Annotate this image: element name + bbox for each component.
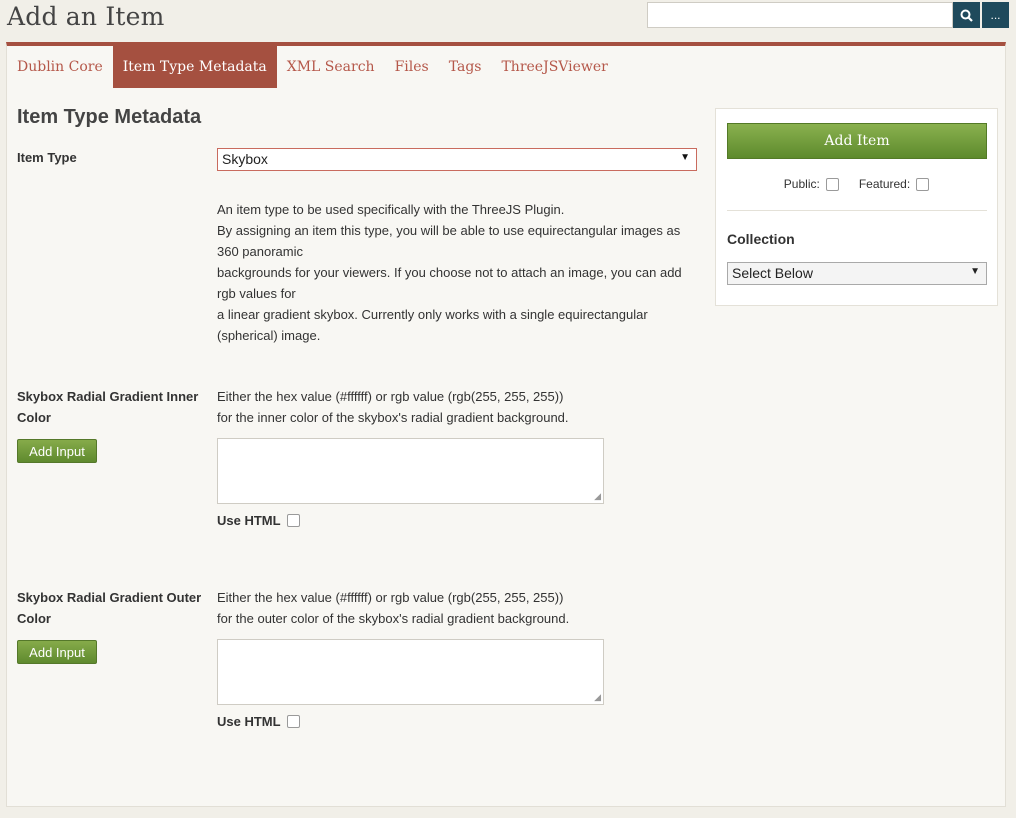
tab-threejsviewer[interactable]: ThreeJSViewer: [491, 46, 617, 88]
outer-color-textarea[interactable]: ◢: [217, 639, 604, 705]
outer-color-help-line2: for the outer color of the skybox's radi…: [217, 611, 570, 626]
resize-grip-icon[interactable]: ◢: [594, 692, 601, 703]
inner-color-use-html-checkbox[interactable]: [286, 514, 300, 527]
search-bar: ...: [647, 2, 1009, 28]
item-type-select[interactable]: Skybox ▼: [217, 148, 697, 171]
public-label: Public:: [783, 177, 820, 191]
featured-label: Featured:: [858, 177, 911, 191]
item-type-description: An item type to be used specifically wit…: [217, 199, 697, 346]
description-line: backgrounds for your viewers. If you cho…: [217, 265, 682, 280]
description-line: An item type to be used specifically wit…: [217, 202, 565, 217]
chevron-down-icon: ▼: [680, 152, 690, 163]
visibility-options: Public: Featured:: [716, 177, 997, 191]
tab-tags[interactable]: Tags: [439, 46, 492, 88]
tab-item-type-metadata[interactable]: Item Type Metadata: [112, 46, 277, 88]
save-panel: Add Item Public: Featured: Collection Se…: [715, 108, 998, 306]
inner-color-label-line2: Color: [17, 410, 51, 425]
use-html-label: Use HTML: [217, 513, 281, 528]
section-title: Item Type Metadata: [17, 106, 202, 128]
tab-files[interactable]: Files: [385, 46, 439, 88]
inner-color-help: Either the hex value (#ffffff) or rgb va…: [217, 386, 569, 428]
use-html-label: Use HTML: [217, 714, 281, 729]
search-input[interactable]: [647, 2, 953, 28]
description-line: By assigning an item this type, you will…: [217, 223, 681, 238]
description-line: 360 panoramic: [217, 244, 303, 259]
search-button[interactable]: [953, 2, 980, 28]
main-panel: Dublin Core Item Type Metadata XML Searc…: [6, 42, 1006, 807]
inner-color-help-line2: for the inner color of the skybox's radi…: [217, 410, 569, 425]
item-type-label: Item Type: [17, 150, 77, 165]
tab-bar: Dublin Core Item Type Metadata XML Searc…: [7, 46, 618, 88]
outer-color-add-input-button[interactable]: Add Input: [17, 640, 97, 664]
inner-color-label-line1: Skybox Radial Gradient Inner: [17, 389, 199, 404]
public-checkbox[interactable]: [825, 177, 839, 191]
outer-color-label-line2: Color: [17, 611, 51, 626]
outer-color-help-line1: Either the hex value (#ffffff) or rgb va…: [217, 590, 564, 605]
outer-color-use-html-checkbox[interactable]: [286, 715, 300, 728]
chevron-down-icon: ▼: [970, 266, 980, 277]
add-item-button[interactable]: Add Item: [727, 123, 987, 159]
item-type-select-value: Skybox: [222, 151, 268, 167]
featured-checkbox[interactable]: [916, 177, 930, 191]
description-line: rgb values for: [217, 286, 296, 301]
outer-color-help: Either the hex value (#ffffff) or rgb va…: [217, 587, 569, 629]
inner-color-use-html: Use HTML: [217, 513, 300, 528]
collection-select-value: Select Below: [732, 265, 813, 281]
page-title: Add an Item: [7, 2, 165, 31]
inner-color-help-line1: Either the hex value (#ffffff) or rgb va…: [217, 389, 564, 404]
description-line: a linear gradient skybox. Currently only…: [217, 307, 648, 322]
description-line: (spherical) image.: [217, 328, 321, 343]
tab-xml-search[interactable]: XML Search: [277, 46, 385, 88]
search-icon: [960, 9, 973, 22]
inner-color-label: Skybox Radial Gradient Inner Color: [17, 386, 207, 428]
collection-label: Collection: [727, 231, 795, 247]
tab-dublin-core[interactable]: Dublin Core: [7, 46, 113, 88]
inner-color-add-input-button[interactable]: Add Input: [17, 439, 97, 463]
advanced-search-button[interactable]: ...: [982, 2, 1009, 28]
divider: [727, 210, 987, 211]
collection-select[interactable]: Select Below ▼: [727, 262, 987, 285]
outer-color-label-line1: Skybox Radial Gradient Outer: [17, 590, 202, 605]
resize-grip-icon[interactable]: ◢: [594, 491, 601, 502]
inner-color-textarea[interactable]: ◢: [217, 438, 604, 504]
outer-color-use-html: Use HTML: [217, 714, 300, 729]
outer-color-label: Skybox Radial Gradient Outer Color: [17, 587, 207, 629]
